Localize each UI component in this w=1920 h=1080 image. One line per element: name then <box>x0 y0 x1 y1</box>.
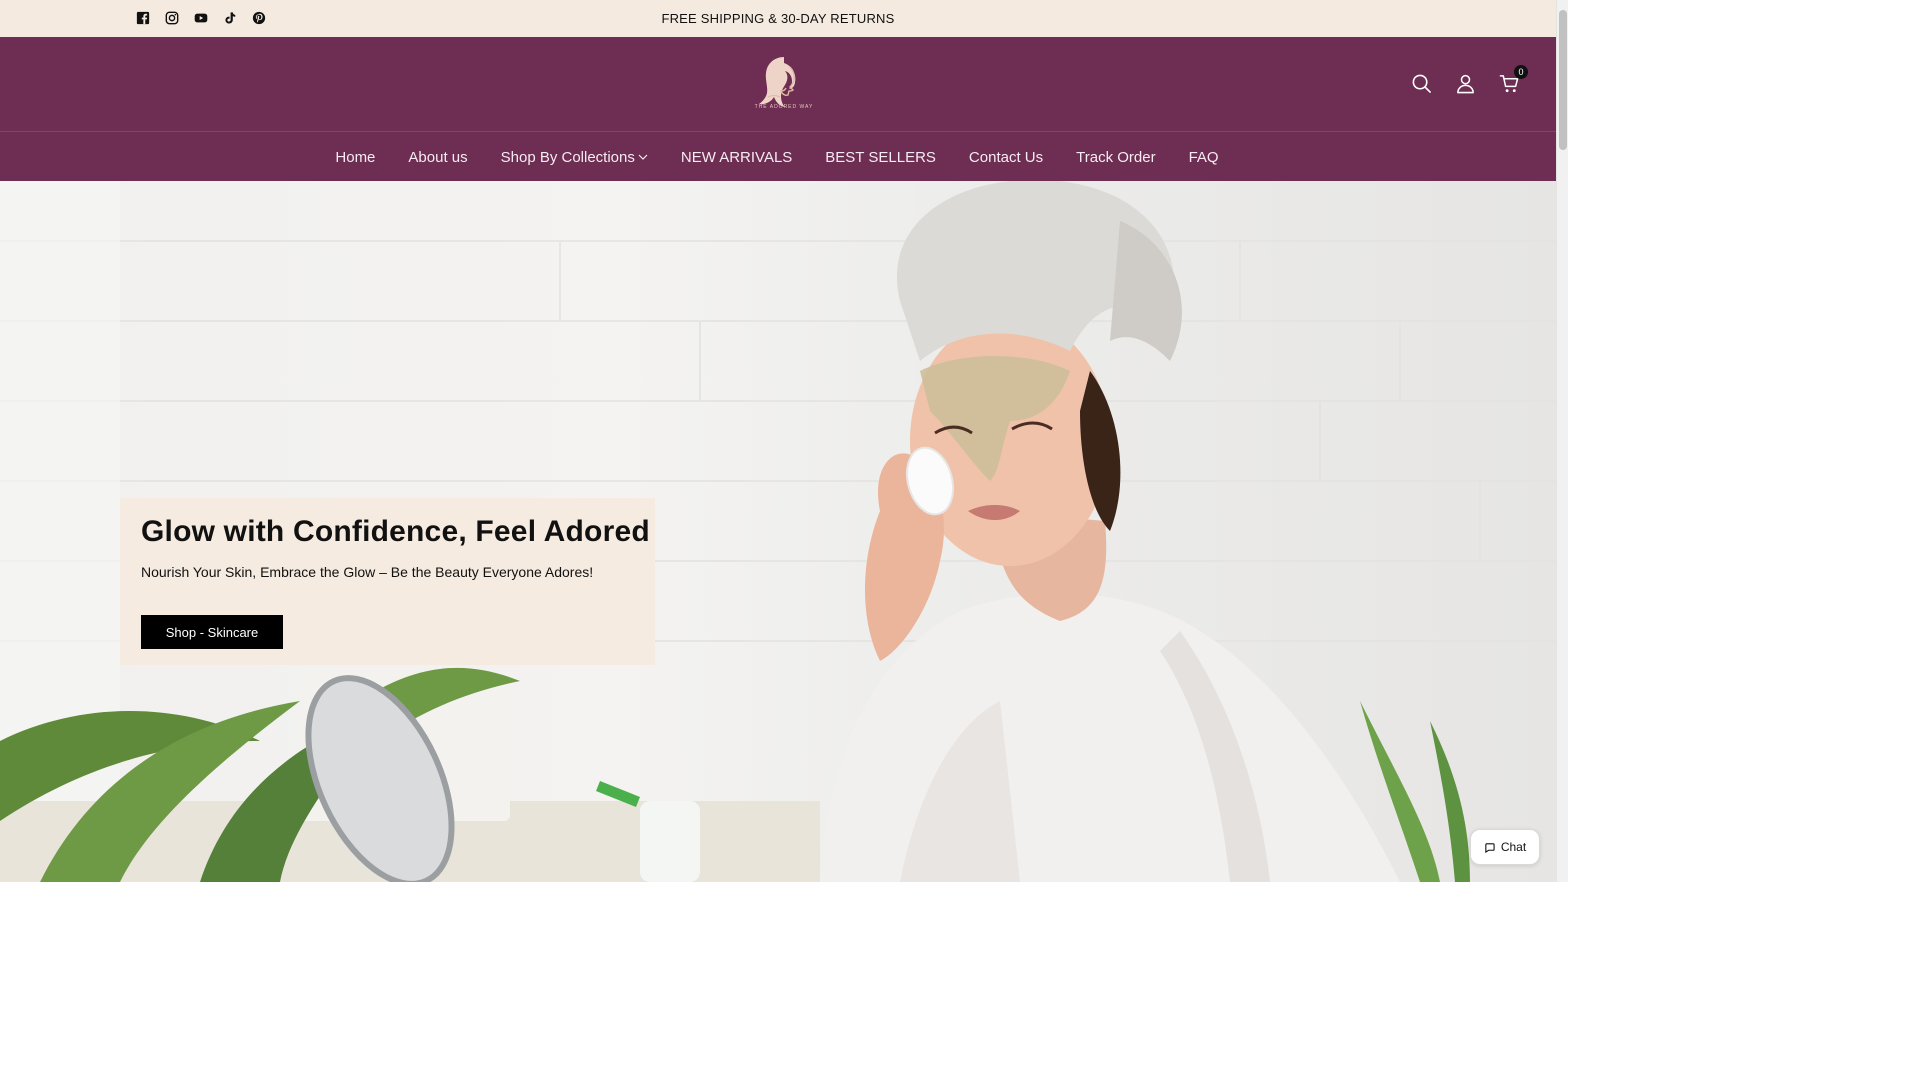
nav-new-arrivals[interactable]: NEW ARRIVALS <box>681 149 792 166</box>
chat-bubble-icon <box>1485 842 1495 853</box>
header-actions: 0 <box>1410 65 1528 94</box>
hero-title: Glow with Confidence, Feel Adored <box>141 515 650 548</box>
nav-track-order[interactable]: Track Order <box>1076 149 1155 166</box>
chevron-down-icon <box>638 152 648 162</box>
shop-skincare-button[interactable]: Shop - Skincare <box>141 615 283 649</box>
chat-label: Chat <box>1500 840 1527 854</box>
header-top: THE ADORED WAY 0 <box>0 37 1556 132</box>
main-nav: Home About us Shop By Collections NEW AR… <box>0 133 1556 181</box>
nav-contact-us[interactable]: Contact Us <box>969 149 1043 166</box>
account-icon[interactable] <box>1454 72 1476 94</box>
hero-subtitle: Nourish Your Skin, Embrace the Glow – Be… <box>141 564 594 580</box>
nav-best-sellers[interactable]: BEST SELLERS <box>825 149 936 166</box>
site-header: THE ADORED WAY 0 Home About us Shop By C… <box>0 37 1556 181</box>
nav-shop-by-collections[interactable]: Shop By Collections <box>501 149 648 166</box>
page: FREE SHIPPING & 30-DAY RETURNS THE ADORE… <box>0 0 1556 882</box>
chat-button[interactable]: Chat <box>1470 829 1540 865</box>
search-icon[interactable] <box>1410 72 1432 94</box>
nav-home[interactable]: Home <box>335 149 375 166</box>
nav-faq[interactable]: FAQ <box>1189 149 1219 166</box>
announcement-bar: FREE SHIPPING & 30-DAY RETURNS <box>0 0 1556 37</box>
announcement-text: FREE SHIPPING & 30-DAY RETURNS <box>661 11 895 26</box>
cart-count-badge: 0 <box>1514 65 1528 79</box>
nav-shop-by-collections-label: Shop By Collections <box>500 148 635 166</box>
nav-about-us[interactable]: About us <box>408 149 467 166</box>
scrollbar-thumb[interactable] <box>1559 10 1567 150</box>
page-scrollbar[interactable] <box>1556 0 1568 882</box>
hero-card: Glow with Confidence, Feel Adored Nouris… <box>120 498 655 665</box>
cart-icon[interactable]: 0 <box>1498 65 1528 94</box>
brand-logo-text: THE ADORED WAY <box>754 104 814 110</box>
hero-banner: Glow with Confidence, Feel Adored Nouris… <box>0 181 1556 882</box>
